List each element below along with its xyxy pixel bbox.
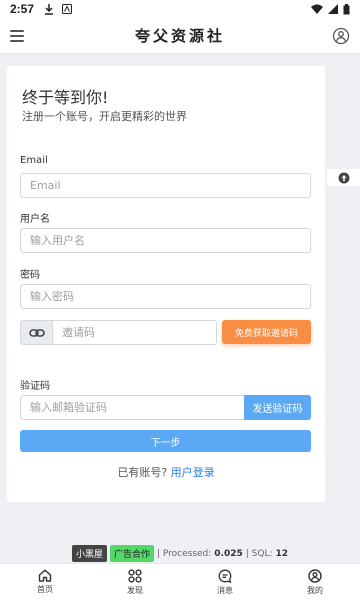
tab-label: 首页 [37,585,53,594]
user-account-icon[interactable] [332,27,350,45]
email-label: Email [20,155,48,166]
ad-cooperation-badge[interactable]: 广告合作 [109,545,154,562]
username-field[interactable] [20,228,311,253]
email-field[interactable] [20,173,311,198]
arrow-up-circle-icon [338,172,349,183]
link-icon [29,328,45,337]
welcome-subtitle: 注册一个账号，开启更精彩的世界 [22,110,187,123]
battery-icon [343,3,350,14]
login-prompt: 已有账号? 用户登录 [0,464,332,480]
status-bar: 2:57 [0,0,360,18]
next-button[interactable]: 下一步 [20,430,311,452]
footer-info: 小黑屋 广告合作 | Processed: 0.025 | SQL: 12 [0,545,360,562]
processed-value: 0.025 [214,548,243,559]
have-account-text: 已有账号? [117,466,168,479]
tab-label: 发现 [127,585,143,595]
verification-code-field[interactable] [20,395,245,420]
username-label: 用户名 [20,214,50,225]
app-header: 夸父资源社 [0,18,360,54]
signal-icon [328,4,338,14]
grid-icon [128,568,142,583]
message-icon [218,569,232,583]
site-title: 夸父资源社 [134,27,225,45]
tab-discover[interactable]: 发现 [90,564,180,600]
wifi-icon [311,4,323,14]
status-time: 2:57 [10,2,35,16]
verification-code-label: 验证码 [20,381,50,392]
sql-value: 12 [275,548,289,559]
password-field[interactable] [20,284,311,309]
bottom-tab-bar: 首页 发现 消息 我的 [0,563,360,600]
password-label: 密码 [20,270,40,281]
login-link[interactable]: 用户登录 [171,466,215,479]
scroll-top-button[interactable] [327,169,360,186]
tab-messages[interactable]: 消息 [180,564,270,600]
tab-profile[interactable]: 我的 [270,564,360,600]
welcome-heading: 终于等到你! [22,88,109,107]
blacklist-badge[interactable]: 小黑屋 [71,545,107,562]
processed-label: | Processed: [156,548,212,559]
tab-home[interactable]: 首页 [0,564,90,600]
get-invite-code-button[interactable]: 免费获取邀请码 [222,320,311,344]
menu-icon[interactable] [10,27,28,45]
invite-code-field[interactable] [52,320,217,345]
download-icon [45,3,54,15]
link-icon-addon [20,320,53,345]
app-notification-icon [62,4,73,14]
sql-label: | SQL: [245,548,273,559]
tab-label: 我的 [307,585,323,595]
user-icon [308,568,322,583]
tab-label: 消息 [217,585,233,595]
home-icon [38,569,52,582]
send-code-button[interactable]: 发送验证码 [244,395,311,420]
